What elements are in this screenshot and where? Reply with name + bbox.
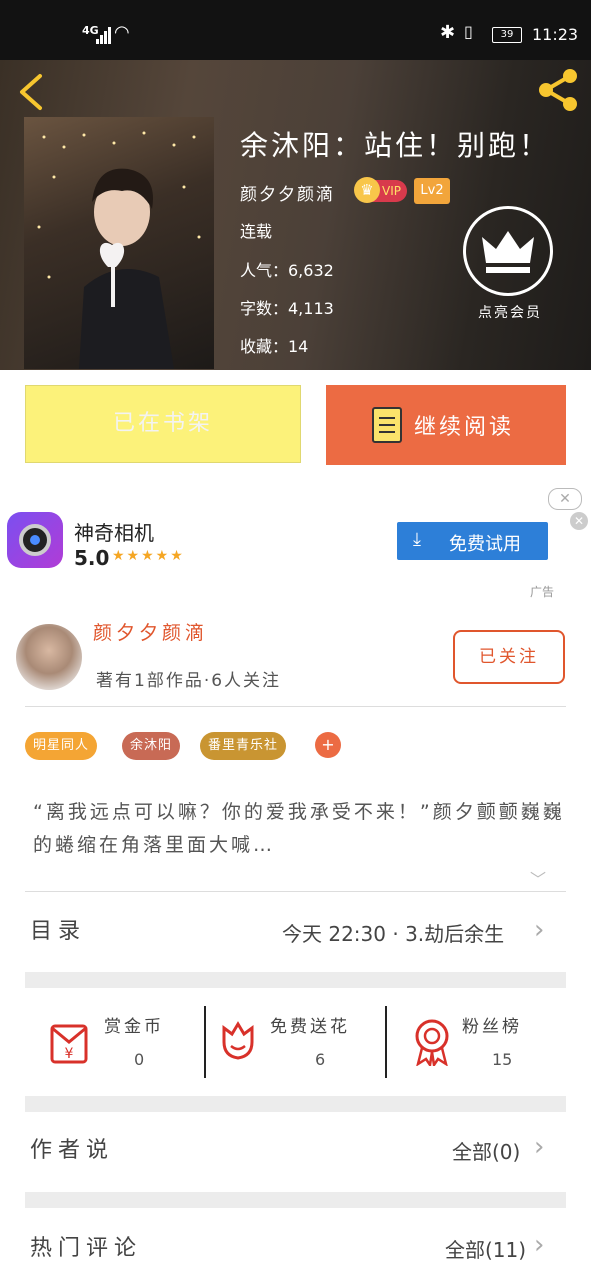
chevron-right-icon: › [534, 1132, 545, 1162]
crown-icon: ♛ [354, 177, 380, 203]
star-rating-icon: ★★★★★ [112, 548, 185, 564]
catalog-title: 目录 [30, 919, 87, 944]
membership-label: 点亮会员 [478, 305, 542, 321]
popularity-stat: 人气：6,632 [240, 261, 334, 280]
close-icon[interactable]: ✕ [570, 512, 588, 530]
membership-button[interactable]: 点亮会员 [460, 206, 560, 326]
added-to-shelf-button[interactable]: 已在书架 [25, 385, 301, 463]
medal-icon [415, 1019, 449, 1066]
latest-chapter: 今天 22:30 · 3.劫后余生 [282, 922, 505, 946]
follow-button[interactable]: 已关注 [453, 630, 565, 684]
ad-try-label: 免费试用 [449, 534, 521, 555]
ad-label: 广告 [530, 585, 555, 599]
share-button[interactable] [534, 64, 582, 116]
stat-label: 粉丝榜 [462, 1017, 522, 1037]
cover-image [37, 131, 201, 369]
ad-try-button[interactable]: ⤓ 免费试用 [397, 522, 548, 560]
author-avatar[interactable] [16, 624, 82, 690]
vibrate-icon: ▯ [464, 22, 473, 41]
stat-value: 6 [315, 1050, 326, 1069]
crown-icon [463, 206, 553, 296]
flower-icon [222, 1021, 254, 1060]
battery-icon: 39 [492, 27, 522, 43]
tag[interactable]: 明星同人 [25, 732, 98, 760]
ad-dismiss-button[interactable]: ✕ [548, 488, 582, 510]
synopsis: “离我远点可以嘛？你的爱我承受不来！”颜夕颤颤巍巍的蜷缩在角落里面大喊… [33, 801, 565, 856]
chevron-left-icon [20, 74, 42, 110]
chevron-down-icon[interactable]: ﹀ [530, 866, 546, 890]
author-notes-title: 作者说 [30, 1138, 115, 1163]
divider [204, 1006, 206, 1078]
author-meta: 著有1部作品·6人关注 [96, 671, 282, 691]
stat-label: 免费送花 [270, 1017, 350, 1037]
tag[interactable]: 余沐阳 [122, 732, 181, 760]
author-name[interactable]: 颜夕夕颜滴 [240, 180, 335, 205]
add-tag-button[interactable]: + [315, 732, 341, 758]
camera-app-icon[interactable] [7, 512, 63, 568]
back-button[interactable] [14, 72, 50, 112]
vip-label: VIP [382, 184, 401, 198]
book-cover[interactable] [24, 117, 214, 369]
signal-icon [96, 26, 112, 44]
download-icon: ⤓ [413, 529, 421, 550]
hot-comments-title: 热门评论 [30, 1236, 143, 1261]
share-icon [539, 69, 577, 111]
ad-rating: 5.0 [74, 546, 110, 570]
serial-status: 连载 [240, 222, 273, 241]
tag[interactable]: 番里青乐社 [200, 732, 287, 760]
svg-text:¥: ¥ [65, 1046, 74, 1062]
bluetooth-icon: ✱ [440, 22, 456, 43]
vip-badge: ♛ VIP [354, 177, 407, 203]
section-gap [25, 1096, 566, 1112]
book-icon [372, 407, 402, 443]
section-gap [25, 972, 566, 988]
continue-reading-label: 继续阅读 [414, 415, 515, 440]
comments-count: 全部(11) [445, 1238, 527, 1262]
divider [25, 706, 566, 707]
favorites-stat: 收藏：14 [240, 337, 309, 356]
stat-label: 赏金币 [104, 1017, 164, 1037]
author-notes-count: 全部(0) [452, 1140, 521, 1164]
book-title: 余沐阳：站住！别跑！ [240, 129, 551, 162]
wifi-icon: ◠ [114, 22, 130, 43]
chevron-right-icon: › [534, 915, 545, 945]
status-bar: 4G ◠ ✱ ▯ 39 11:23 [0, 0, 591, 60]
continue-reading-button[interactable]: 继续阅读 [326, 385, 566, 465]
chevron-right-icon: › [534, 1230, 545, 1260]
fan-ranking-item[interactable]: 粉丝榜 15 [410, 1004, 560, 1080]
divider [385, 1006, 387, 1078]
free-flower-item[interactable]: 免费送花 6 [218, 1004, 378, 1080]
word-count-stat: 字数：4,113 [240, 299, 334, 318]
stat-value: 0 [134, 1050, 145, 1069]
level-badge: Lv2 [414, 178, 450, 204]
stat-value: 15 [492, 1050, 513, 1069]
clock: 11:23 [532, 25, 579, 44]
author-link[interactable]: 颜夕夕颜滴 [93, 618, 208, 645]
ad-app-name: 神奇相机 [74, 521, 154, 545]
red-envelope-icon: ¥ [50, 1024, 88, 1064]
reward-coins-item[interactable]: ¥ 赏金币 0 [46, 1004, 196, 1080]
section-gap [25, 1192, 566, 1208]
